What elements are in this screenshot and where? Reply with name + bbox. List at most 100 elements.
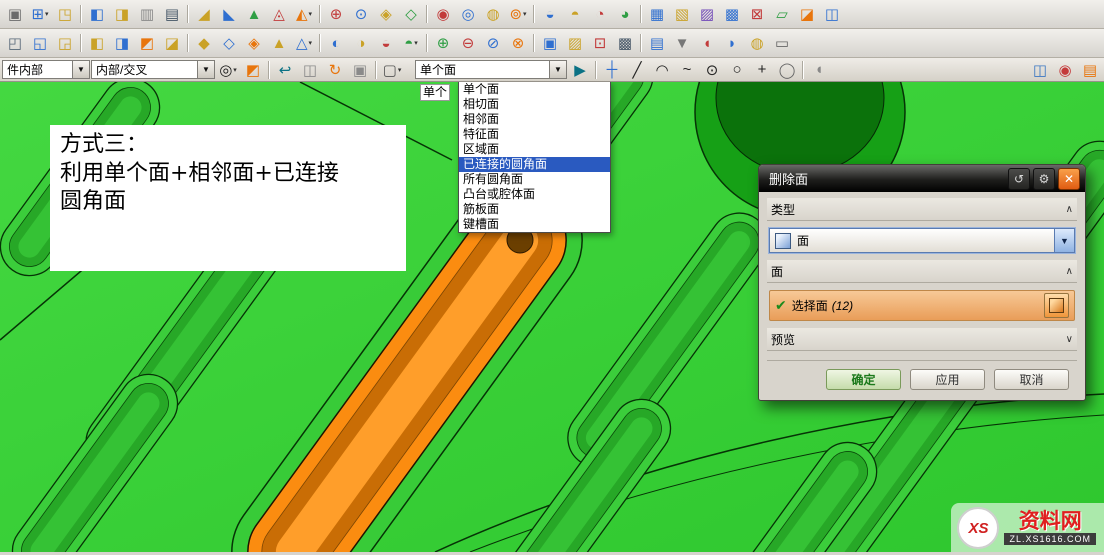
toolbar-icon[interactable]: ◈ <box>242 31 266 55</box>
toolbar-icon[interactable]: ◩ <box>135 31 159 55</box>
collapse-up-icon[interactable]: ∧ <box>1066 266 1073 277</box>
toolbar-icon[interactable]: ◗ <box>720 31 744 55</box>
face-rule-combo[interactable]: 单个面 ▼ <box>415 60 567 79</box>
toolbar-icon[interactable]: ▥ <box>135 2 159 26</box>
toolbar-icon[interactable]: ◉ <box>431 2 455 26</box>
selection-tool-icon[interactable]: ◖ <box>807 58 831 81</box>
toolbar-icon[interactable]: ▱ <box>770 2 794 26</box>
toolbar-icon[interactable]: ▲ <box>242 2 266 26</box>
toolbar-icon[interactable]: ▩ <box>720 2 744 26</box>
apply-button[interactable]: 应用 <box>910 369 985 390</box>
toolbar-icon[interactable]: ◈ <box>374 2 398 26</box>
selection-tool-icon[interactable]: ┼ <box>600 58 624 81</box>
toolbar-icon[interactable]: ◇ <box>399 2 423 26</box>
dropdown-item[interactable]: 凸台或腔体面 <box>459 187 610 202</box>
dropdown-item[interactable]: 单个面 <box>459 82 610 97</box>
selection-tool-icon[interactable]: ▤ <box>1078 58 1102 81</box>
toolbar-icon[interactable]: ◧ <box>85 2 109 26</box>
ok-button[interactable]: 确定 <box>826 369 901 390</box>
toolbar-icon[interactable]: ◍ <box>481 2 505 26</box>
toolbar-icon[interactable]: ◆ <box>192 31 216 55</box>
selection-tool-icon[interactable]: ↻ <box>323 58 347 81</box>
toolbar-icon[interactable]: ▧ <box>670 2 694 26</box>
face-type-combo[interactable]: 面 ▼ <box>769 228 1075 253</box>
toolbar-icon[interactable]: ◨ <box>110 31 134 55</box>
toolbar-icon[interactable]: ◐ <box>324 31 348 55</box>
dialog-reset-button[interactable]: ↺ <box>1008 167 1030 190</box>
toolbar-icon[interactable]: ◎ <box>456 2 480 26</box>
section-header-face[interactable]: 面 ∧ <box>767 260 1077 283</box>
toolbar-icon[interactable]: ◫ <box>820 2 844 26</box>
chevron-down-icon[interactable]: ▼ <box>549 61 566 78</box>
chevron-down-icon[interactable]: ▼ <box>72 61 89 78</box>
toolbar-icon[interactable]: ⊖ <box>456 31 480 55</box>
toolbar-icon[interactable]: ◪ <box>160 31 184 55</box>
toolbar-icon[interactable]: ◣ <box>217 2 241 26</box>
toolbar-icon[interactable]: ▨ <box>695 2 719 26</box>
toolbar-icon[interactable]: ◓ <box>563 2 587 26</box>
scope-filter-combo[interactable]: 内部/交叉 ▼ <box>91 60 215 79</box>
toolbar-icon[interactable]: ◇ <box>217 31 241 55</box>
selection-tool-icon[interactable]: ◯ <box>775 58 799 81</box>
toolbar-icon[interactable]: ◨ <box>110 2 134 26</box>
section-header-preview[interactable]: 预览 ∨ <box>767 328 1077 351</box>
toolbar-icon[interactable]: ◢ <box>192 2 216 26</box>
chevron-down-icon[interactable]: ▼ <box>1054 229 1074 252</box>
toolbar-icon[interactable]: ◒ <box>374 31 398 55</box>
toolbar-icon[interactable]: ⊗ <box>506 31 530 55</box>
dropdown-item[interactable]: 相邻面 <box>459 112 610 127</box>
toolbar-icon[interactable]: ▤ <box>645 31 669 55</box>
collapse-up-icon[interactable]: ∧ <box>1066 204 1073 215</box>
toolbar-icon[interactable]: ◭ <box>292 2 316 26</box>
chevron-down-icon[interactable]: ▼ <box>197 61 214 78</box>
dialog-close-button[interactable]: ✕ <box>1058 167 1080 190</box>
selection-tool-icon[interactable]: ▶ <box>568 58 592 81</box>
toolbar-icon[interactable]: ▭ <box>770 31 794 55</box>
toolbar-icon[interactable]: ⊙ <box>349 2 373 26</box>
selection-tool-icon[interactable]: ◉ <box>1053 58 1077 81</box>
dropdown-item[interactable]: 键槽面 <box>459 217 610 232</box>
toolbar-icon[interactable]: ▣ <box>538 31 562 55</box>
dialog-settings-button[interactable]: ⚙ <box>1033 167 1055 190</box>
select-face-row[interactable]: ✔ 选择面 (12) <box>769 290 1075 321</box>
selection-tool-icon[interactable]: ◫ <box>1028 58 1052 81</box>
dropdown-item[interactable]: 区域面 <box>459 142 610 157</box>
selection-tool-icon[interactable]: ◠ <box>650 58 674 81</box>
toolbar-icon[interactable]: ▼ <box>670 31 694 55</box>
toolbar-icon[interactable]: ◧ <box>85 31 109 55</box>
toolbar-icon[interactable]: ◍ <box>745 31 769 55</box>
toolbar-icon[interactable]: △ <box>292 31 316 55</box>
cancel-button[interactable]: 取消 <box>994 369 1069 390</box>
toolbar-icon[interactable]: ◬ <box>267 2 291 26</box>
toolbar-icon[interactable]: ◪ <box>795 2 819 26</box>
dropdown-item[interactable]: 相切面 <box>459 97 610 112</box>
collapse-down-icon[interactable]: ∨ <box>1066 334 1073 345</box>
toolbar-icon[interactable]: ▲ <box>267 31 291 55</box>
toolbar-icon[interactable]: ◖ <box>695 31 719 55</box>
selection-tool-icon[interactable]: ◎ <box>216 58 240 81</box>
selection-tool-icon[interactable]: + <box>750 58 774 81</box>
toolbar-icon[interactable]: ⊕ <box>324 2 348 26</box>
toolbar-icon[interactable]: ▦ <box>645 2 669 26</box>
toolbar-icon[interactable]: ◳ <box>53 2 77 26</box>
selection-tool-icon[interactable]: ~ <box>675 58 699 81</box>
selection-tool-icon[interactable]: ◫ <box>298 58 322 81</box>
toolbar-icon[interactable]: ⊡ <box>588 31 612 55</box>
toolbar-icon[interactable]: ⊠ <box>745 2 769 26</box>
toolbar-icon[interactable]: ◲ <box>53 31 77 55</box>
selection-tool-icon[interactable]: ⊙ <box>700 58 724 81</box>
selection-tool-icon[interactable]: ▢ <box>380 58 404 81</box>
dropdown-item[interactable]: 已连接的圆角面 <box>459 157 610 172</box>
selection-tool-icon[interactable]: ↩ <box>273 58 297 81</box>
toolbar-icon[interactable]: ◕ <box>613 2 637 26</box>
toolbar-icon[interactable]: ▣ <box>3 2 27 26</box>
toolbar-icon[interactable]: ▨ <box>563 31 587 55</box>
toolbar-icon[interactable]: ◓ <box>399 31 423 55</box>
toolbar-icon[interactable]: ⊚ <box>506 2 530 26</box>
selection-tool-icon[interactable]: ╱ <box>625 58 649 81</box>
toolbar-icon[interactable]: ◑ <box>349 31 373 55</box>
selection-tool-icon[interactable]: ○ <box>725 58 749 81</box>
toolbar-icon[interactable]: ◔ <box>588 2 612 26</box>
toolbar-icon[interactable]: ⊘ <box>481 31 505 55</box>
selection-tool-icon[interactable]: ◩ <box>241 58 265 81</box>
